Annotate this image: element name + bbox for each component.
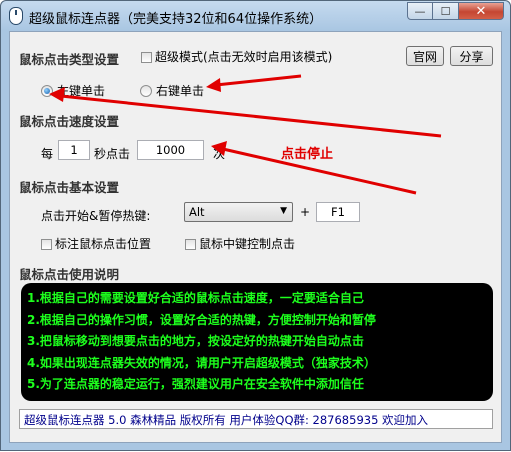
title-bar[interactable]: 超级鼠标连点器（完美支持32位和64位操作系统） — ☐ ✕ [1,1,510,31]
hotkey-modifier-value: Alt [189,205,205,219]
every-label: 每 [41,147,54,161]
hotkey-label: 点击开始&暂停热键: [41,209,151,223]
times-unit-label: 次 [213,147,226,161]
left-click-label: 左键单击 [57,84,106,98]
seconds-input[interactable] [58,140,90,160]
super-mode-checkbox-box[interactable] [141,52,152,63]
instructions-panel: 1.根据自己的需要设置好合适的鼠标点击速度，一定要适合自己 2.根据自己的操作习… [21,283,493,401]
middle-key-label: 鼠标中键控制点击 [199,237,296,251]
window-title: 超级鼠标连点器（完美支持32位和64位操作系统） [29,12,323,27]
instruction-line: 4.如果出现连点器失效的情况，请用户开启超级模式（独家技术） [27,355,376,370]
hotkey-modifier-select[interactable]: Alt ▼ [184,202,293,222]
minimize-button[interactable]: — [407,2,433,20]
status-bar: 超级鼠标连点器 5.0 森林精品 版权所有 用户体验QQ群: 287685935… [19,409,493,429]
instruction-line: 2.根据自己的操作习惯，设置好合适的热键，方便控制开始和暂停 [27,312,376,327]
instructions-section-title: 鼠标点击使用说明 [19,267,120,282]
close-button[interactable]: ✕ [459,2,504,20]
middle-key-checkbox-box[interactable] [185,239,196,250]
right-click-radio-dot[interactable] [140,85,152,97]
client-area: 鼠标点击类型设置 超级模式(点击无效时启用该模式) 官网 分享 左键单击 右键单… [9,31,502,443]
mark-position-label: 标注鼠标点击位置 [55,237,152,251]
instruction-line: 5.为了连点器的稳定运行，强烈建议用户在安全软件中添加信任 [27,377,364,391]
left-click-radio[interactable]: 左键单击 [41,82,105,99]
middle-key-checkbox[interactable]: 鼠标中键控制点击 [185,235,295,252]
right-click-label: 右键单击 [156,84,205,98]
mark-position-checkbox-box[interactable] [41,239,52,250]
mouse-icon [9,7,23,25]
speed-section-title: 鼠标点击速度设置 [19,114,120,129]
hotkey-key-input[interactable] [316,202,360,222]
app-window: 超级鼠标连点器（完美支持32位和64位操作系统） — ☐ ✕ 鼠标点击类型设置 … [0,0,511,451]
instruction-line: 1.根据自己的需要设置好合适的鼠标点击速度，一定要适合自己 [27,291,364,305]
instruction-line: 3.把鼠标移动到想要点击的地方，按设定好的热键开始自动点击 [27,334,364,348]
click-type-section-title: 鼠标点击类型设置 [19,52,120,67]
left-click-radio-dot[interactable] [41,85,53,97]
maximize-button[interactable]: ☐ [433,2,459,20]
super-mode-checkbox[interactable]: 超级模式(点击无效时启用该模式) [141,48,332,65]
chevron-down-icon: ▼ [280,206,287,216]
basic-section-title: 鼠标点击基本设置 [19,180,120,195]
super-mode-label: 超级模式(点击无效时启用该模式) [155,50,333,64]
mark-position-checkbox[interactable]: 标注鼠标点击位置 [41,235,151,252]
right-click-radio[interactable]: 右键单击 [140,82,204,99]
caption-buttons: — ☐ ✕ [407,2,504,20]
seconds-unit-label: 秒点击 [94,147,131,161]
click-status-label: 点击停止 [281,147,334,162]
clicks-input[interactable] [137,140,204,160]
share-button[interactable]: 分享 [450,46,493,66]
plus-label: + [300,205,311,219]
official-site-button[interactable]: 官网 [406,46,444,66]
